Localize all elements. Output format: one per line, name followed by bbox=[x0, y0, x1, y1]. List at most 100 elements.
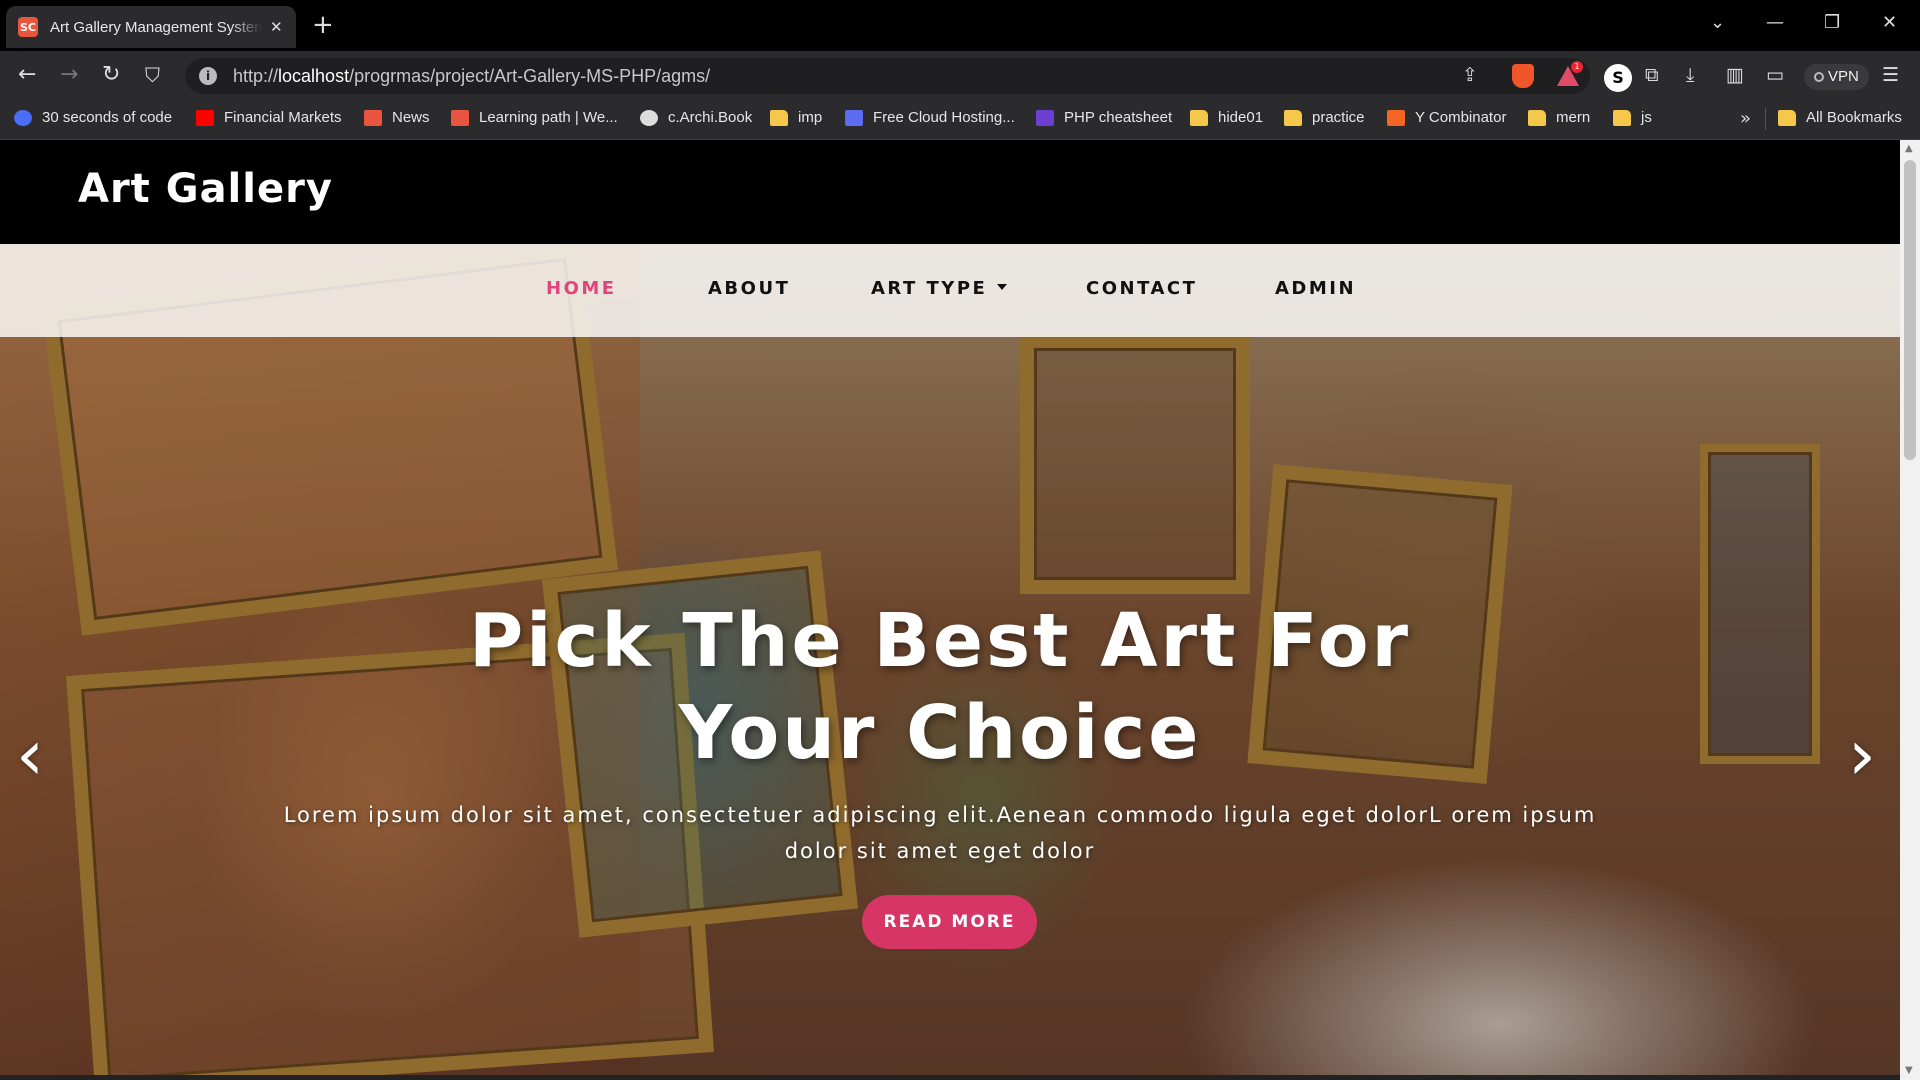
bookmark-label: mern bbox=[1556, 109, 1591, 126]
caret-down-icon bbox=[997, 284, 1008, 290]
bookmark-label: News bbox=[392, 109, 430, 126]
nav-about[interactable]: ABOUT bbox=[708, 278, 790, 299]
bookmark-label: practice bbox=[1312, 109, 1365, 126]
youtube-icon bbox=[196, 109, 214, 126]
hero-title-line-2: Your Choice bbox=[678, 690, 1202, 776]
hero-title: Pick The Best Art For Your Choice bbox=[460, 595, 1420, 779]
globe-icon bbox=[640, 109, 658, 126]
folder-icon bbox=[1778, 109, 1796, 126]
url-text[interactable]: http://localhost/progrmas/project/Art-Ga… bbox=[233, 66, 710, 87]
folder-icon bbox=[1284, 109, 1302, 126]
folder-icon bbox=[1613, 109, 1631, 126]
main-nav: HOME ABOUT ART TYPE CONTACT ADMIN bbox=[0, 244, 1900, 337]
hero-title-line-1: Pick The Best Art For bbox=[468, 598, 1412, 684]
site-logo[interactable]: Art Gallery bbox=[78, 166, 333, 212]
ycombinator-icon bbox=[1387, 109, 1405, 126]
bookmark-item[interactable]: hide01 bbox=[1190, 109, 1263, 126]
bookmark-item[interactable]: imp bbox=[770, 109, 822, 126]
bookmark-label: hide01 bbox=[1218, 109, 1264, 126]
browser-tab-active[interactable]: SC Art Gallery Management System ✕ bbox=[6, 6, 296, 48]
vpn-button[interactable]: VPN bbox=[1804, 64, 1869, 90]
bolt-icon bbox=[451, 109, 469, 126]
bookmark-label: js bbox=[1641, 109, 1652, 126]
bookmark-item[interactable]: Financial Markets bbox=[196, 109, 342, 126]
tab-search-chevron-icon[interactable]: ⌄ bbox=[1710, 12, 1725, 33]
rewards-badge: 1 bbox=[1571, 61, 1583, 73]
url-scheme: http:// bbox=[233, 66, 279, 86]
bookmark-icon[interactable]: ⛉ bbox=[145, 61, 160, 89]
bookmark-label: PHP cheatsheet bbox=[1064, 109, 1173, 126]
nav-home[interactable]: HOME bbox=[546, 278, 617, 299]
bookmark-item[interactable]: 30 seconds of code bbox=[14, 109, 172, 126]
tab-title: Art Gallery Management System bbox=[50, 18, 262, 36]
bookmark-item[interactable]: News bbox=[364, 109, 430, 126]
read-more-button[interactable]: READ MORE bbox=[862, 895, 1037, 949]
tab-close-icon[interactable]: ✕ bbox=[270, 18, 283, 36]
site-header: Art Gallery bbox=[0, 140, 1900, 244]
bookmark-item[interactable]: Y Combinator bbox=[1387, 109, 1506, 126]
bookmark-item[interactable]: js bbox=[1613, 109, 1652, 126]
page-viewport: Art Gallery Pick The Best Art For Your C… bbox=[0, 140, 1900, 1080]
forward-icon[interactable]: → bbox=[60, 61, 78, 89]
vercel-icon bbox=[845, 109, 863, 126]
bookmark-label: Y Combinator bbox=[1415, 109, 1507, 126]
bookmark-item[interactable]: PHP cheatsheet bbox=[1036, 109, 1172, 126]
extensions-icon[interactable]: ⧉ bbox=[1645, 63, 1659, 87]
download-icon[interactable]: ⤓ bbox=[1686, 63, 1694, 87]
hero-description: Lorem ipsum dolor sit amet, consectetuer… bbox=[283, 803, 1597, 863]
vpn-status-icon bbox=[1814, 72, 1824, 82]
window-bottom-edge bbox=[0, 1075, 1900, 1080]
folder-icon bbox=[1190, 109, 1208, 126]
url-path: /progrmas/project/Art-Gallery-MS-PHP/agm… bbox=[349, 66, 711, 86]
bookmark-label: Learning path | We... bbox=[479, 109, 618, 126]
bookmark-item[interactable]: Free Cloud Hosting... bbox=[845, 109, 1015, 126]
php-icon bbox=[1036, 109, 1054, 126]
all-bookmarks-button[interactable]: All Bookmarks bbox=[1778, 109, 1902, 126]
nav-admin[interactable]: ADMIN bbox=[1275, 278, 1356, 299]
tab-favicon-icon: SC bbox=[18, 17, 38, 37]
restore-icon[interactable]: ❐ bbox=[1824, 12, 1840, 33]
bookmarks-divider bbox=[1765, 108, 1766, 130]
sidebar-icon[interactable]: ▥ bbox=[1726, 63, 1744, 87]
close-window-icon[interactable]: ✕ bbox=[1882, 12, 1897, 33]
vpn-label: VPN bbox=[1828, 68, 1859, 85]
bookmark-item[interactable]: mern bbox=[1528, 109, 1590, 126]
bookmarks-bar: » All Bookmarks 30 seconds of code Financ… bbox=[0, 100, 1920, 140]
address-bar[interactable]: i http://localhost/progrmas/project/Art-… bbox=[185, 58, 1590, 94]
bookmark-label: imp bbox=[798, 109, 823, 126]
menu-icon[interactable]: ☰ bbox=[1882, 63, 1899, 87]
new-tab-icon[interactable]: + bbox=[312, 11, 334, 39]
scroll-up-icon[interactable]: ▲ bbox=[1905, 143, 1913, 154]
nav-art-type[interactable]: ART TYPE bbox=[871, 278, 1008, 299]
browser-tab-strip: SC Art Gallery Management System ✕ + ⌄ —… bbox=[0, 0, 1920, 51]
chevron-right-icon[interactable]: › bbox=[1848, 720, 1876, 790]
bookmark-label: 30 seconds of code bbox=[42, 109, 173, 126]
site-info-icon[interactable]: i bbox=[199, 67, 217, 85]
bookmark-label: Financial Markets bbox=[224, 109, 342, 126]
share-icon[interactable]: ⇪ bbox=[1462, 63, 1478, 87]
bookmark-item[interactable]: practice bbox=[1284, 109, 1365, 126]
folder-icon bbox=[1528, 109, 1546, 126]
chevron-left-icon[interactable]: ‹ bbox=[16, 720, 44, 790]
bookmark-item[interactable]: Learning path | We... bbox=[451, 109, 618, 126]
bolt-icon bbox=[364, 109, 382, 126]
bookmark-label: c.Archi.Book bbox=[668, 109, 753, 126]
bookmark-item[interactable]: c.Archi.Book bbox=[640, 109, 752, 126]
url-host: localhost bbox=[278, 66, 350, 86]
code-icon bbox=[14, 109, 32, 126]
hero-slider: Pick The Best Art For Your Choice Lorem … bbox=[0, 244, 1900, 1080]
nav-contact[interactable]: CONTACT bbox=[1086, 278, 1197, 299]
page-scrollbar[interactable]: ▲ ▼ bbox=[1900, 140, 1920, 1080]
all-bookmarks-label: All Bookmarks bbox=[1806, 109, 1902, 126]
profile-avatar[interactable]: S bbox=[1604, 64, 1632, 92]
minimize-icon[interactable]: — bbox=[1766, 12, 1784, 33]
brave-shields-icon[interactable] bbox=[1512, 64, 1534, 88]
wallet-icon[interactable]: ▭ bbox=[1766, 63, 1784, 87]
scrollbar-thumb[interactable] bbox=[1904, 160, 1916, 460]
scroll-down-icon[interactable]: ▼ bbox=[1905, 1065, 1913, 1076]
back-icon[interactable]: ← bbox=[18, 61, 36, 89]
reload-icon[interactable]: ↻ bbox=[102, 61, 120, 89]
browser-toolbar: ← → ↻ ⛉ i http://localhost/progrmas/proj… bbox=[0, 51, 1920, 100]
folder-icon bbox=[770, 109, 788, 126]
more-bookmarks-icon[interactable]: » bbox=[1740, 108, 1751, 129]
